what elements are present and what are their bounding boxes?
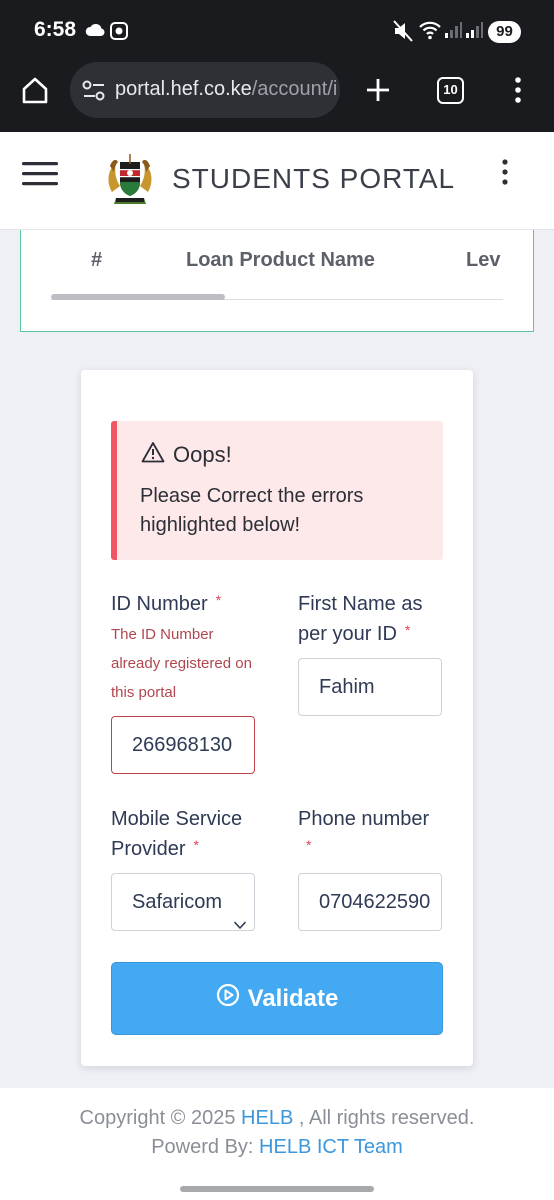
chevron-down-icon [233,896,247,930]
column-header-number: # [91,249,103,271]
required-marker: * [193,837,199,853]
provider-label: Mobile Service Provider * [111,804,271,865]
status-bar: 6:58 99 [0,0,554,60]
warning-icon [141,441,173,469]
hamburger-menu-icon[interactable] [22,160,58,193]
gesture-navigation-bar[interactable] [180,1186,374,1192]
signal-icon [444,21,462,44]
menu-icon[interactable] [510,76,526,109]
id-number-error: The ID Number already registered on this… [111,626,252,701]
url-path: /account/i [251,78,337,100]
first-name-label: First Name as per your ID * [298,589,448,650]
validate-button[interactable]: Validate [111,962,443,1035]
copyright-text: Copyright © 2025 [79,1107,236,1129]
address-bar[interactable]: portal.hef.co.ke/account/i [70,62,340,118]
id-number-field[interactable]: 266968130 [111,716,255,774]
required-marker: * [215,592,222,608]
signal-icon [465,21,483,44]
url-text[interactable]: portal.hef.co.ke/account/i [115,78,337,101]
coat-of-arms-logo [102,152,158,211]
first-name-field[interactable]: Fahim [298,658,442,716]
loan-products-table: # Loan Product Name Lev [20,230,534,332]
copyright-line: Copyright © 2025 HELB , All rights reser… [0,1107,554,1130]
mute-icon [393,20,413,47]
powered-by-line: Powerd By: HELB ICT Team [0,1136,554,1159]
new-tab-icon[interactable] [364,76,392,109]
site-settings-icon[interactable] [82,80,106,107]
column-header-loan-product-name: Loan Product Name [186,249,375,271]
provider-select[interactable]: Safaricom [111,873,255,931]
required-marker: * [404,622,411,638]
validate-button-label: Validate [247,984,339,1012]
status-time: 6:58 [34,18,77,41]
alert-message: Please Correct the errors highlighted be… [140,485,364,536]
play-circle-icon [216,983,248,1014]
column-header-level: Lev [466,249,501,271]
phone-number-field[interactable]: 0704622590 [298,873,442,931]
powered-by-text: Powerd By: [151,1136,254,1158]
browser-toolbar: portal.hef.co.ke/account/i 10 [0,60,554,132]
helb-ict-team-link[interactable]: HELB ICT Team [259,1136,403,1158]
rights-text: , All rights reserved. [298,1107,475,1129]
footer: Copyright © 2025 HELB , All rights reser… [0,1088,554,1200]
kebab-menu-icon[interactable] [498,158,512,191]
phone-label: Phone number * [298,804,458,865]
home-icon[interactable] [20,75,50,110]
wifi-icon [418,20,442,45]
error-alert: Oops! Please Correct the errors highligh… [111,421,443,560]
page-title: STUDENTS PORTAL [172,163,456,194]
horizontal-scrollbar[interactable] [51,294,225,300]
validation-form: Oops! Please Correct the errors highligh… [81,370,473,1066]
provider-label-text: Mobile Service Provider [111,808,243,860]
provider-selected-value: Safaricom [132,891,223,913]
battery-indicator: 99 [488,21,521,43]
alert-title: Oops! [173,442,232,467]
app-notification-icon [110,22,128,45]
helb-link[interactable]: HELB [241,1107,293,1129]
id-number-label: ID Number * [111,589,271,620]
cloud-icon [85,23,105,42]
app-header: STUDENTS PORTAL [0,132,554,230]
required-marker: * [306,837,312,853]
url-host: portal.hef.co.ke [115,78,252,100]
alert-header: Oops! [141,441,232,469]
first-name-label-text: First Name as per your ID [298,593,423,645]
id-number-label-text: ID Number [111,593,208,615]
tab-switcher-button[interactable]: 10 [437,77,464,104]
phone-label-text: Phone number [298,808,430,830]
